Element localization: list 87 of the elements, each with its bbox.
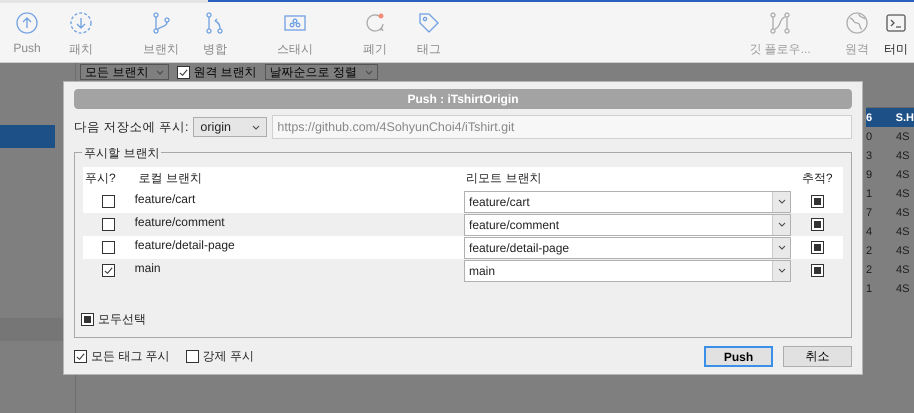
toolbar-button[interactable]: 패치 (54, 3, 108, 62)
commit-row[interactable]: 6 S.H (866, 108, 914, 127)
remote-dropdown[interactable]: origin (193, 117, 268, 137)
chevron-down-icon (778, 268, 786, 273)
commit-row[interactable]: 3 4S (866, 146, 914, 165)
commit-row[interactable]: 2 4S (866, 260, 914, 279)
table-cell: S.H (896, 112, 914, 124)
local-branch: main (134, 260, 162, 275)
commit-row[interactable]: 7 4S (866, 203, 914, 222)
toolbar-button[interactable]: 태그 (402, 3, 456, 62)
commit-row[interactable]: 1 4S (866, 184, 914, 203)
globe-icon (845, 11, 869, 35)
git-flow-icon (768, 11, 792, 35)
table-cell-text: 9 (866, 168, 874, 180)
checkbox-label: 원격 브랜치 (193, 65, 257, 79)
table-cell-text: 6 (866, 112, 874, 124)
local-branch: feature/cart (134, 191, 196, 206)
table-cell: 4S (896, 188, 910, 200)
chevron-down-icon (778, 222, 786, 227)
table-cell-text: 3 (866, 150, 874, 162)
remote-branch-dropdown[interactable]: main (464, 260, 792, 282)
table-cell-text: 1 (866, 188, 874, 200)
chevron-down-icon (252, 124, 260, 130)
table-cell-text: 1 (866, 282, 874, 294)
table-cell-text: 4 (866, 226, 874, 238)
toolbar-button[interactable]: 폐기 (348, 3, 402, 62)
chevron-down-icon (778, 199, 786, 204)
checkbox[interactable] (810, 218, 824, 231)
dialog-title: Push : iTshirtOrigin (74, 89, 852, 109)
commit-row[interactable]: 1 4S (866, 279, 914, 298)
table-cell: 4S (896, 168, 910, 180)
toolbar-button[interactable]: 스태시 (268, 3, 322, 62)
column-header: 푸시? (84, 170, 117, 187)
table-cell-text: 7 (866, 206, 874, 218)
local-branch: feature/detail-page (134, 237, 236, 252)
table-cell: 4S (896, 244, 910, 256)
table-cell-text: 2 (866, 244, 874, 256)
commit-row[interactable]: 2 4S (866, 241, 914, 260)
chevron-down-icon (778, 245, 786, 250)
checkbox[interactable] (102, 195, 116, 208)
url-field: https://github.com/4SohyunChoi4/iTshirt.git (272, 115, 852, 139)
sort-dropdown[interactable]: 날짜순으로 정렬 (264, 64, 378, 80)
column-header: 추적? (800, 170, 834, 187)
table-cell: 4S (896, 264, 910, 276)
checkbox-label: 모든 태그 푸시 (91, 348, 170, 365)
toolbar-button[interactable]: 병합 (188, 3, 242, 62)
checkbox[interactable] (81, 313, 94, 326)
chevron-down-icon (365, 70, 374, 74)
checkbox[interactable] (102, 241, 116, 254)
table-cell: 4S (896, 282, 910, 294)
checkbox[interactable] (186, 350, 199, 363)
checkbox-label: 모두선택 (98, 311, 146, 328)
commit-row[interactable]: 0 4S (866, 127, 914, 146)
branch-filter-dropdown[interactable]: 모든 브랜치 (80, 64, 170, 80)
table-cell: 4S (896, 150, 910, 162)
group-title: 푸시할 브랜치 (82, 145, 162, 162)
checkbox[interactable] (102, 218, 116, 231)
checkbox[interactable] (810, 195, 824, 208)
checkbox-label: 강제 푸시 (202, 348, 254, 365)
tag-icon (417, 11, 441, 35)
table-cell: 4S (896, 130, 910, 142)
checkbox[interactable] (177, 66, 190, 78)
table-cell: 4S (896, 226, 910, 238)
commit-row[interactable]: 4 4S (866, 222, 914, 241)
checkbox[interactable] (810, 264, 824, 277)
arrow-up-circle-icon (15, 11, 39, 35)
column-header: 리모트 브랜치 (465, 170, 542, 187)
dialog-button[interactable]: Push (704, 346, 773, 367)
field-label: 다음 저장소에 푸시: (74, 118, 188, 136)
toolbar-button[interactable]: 브랜치 (134, 3, 188, 62)
commit-row[interactable]: 9 4S (866, 165, 914, 184)
table-cell-text: 2 (866, 264, 874, 276)
checkbox[interactable] (102, 264, 116, 277)
remote-branch-dropdown[interactable]: feature/cart (464, 190, 792, 212)
toolbar-button[interactable]: Push (0, 3, 54, 62)
chevron-down-icon (156, 70, 164, 74)
table-cell: 4S (896, 206, 910, 218)
table-cell-text: 0 (866, 130, 874, 142)
remote-branch-dropdown[interactable]: feature/comment (464, 214, 792, 236)
checkbox[interactable] (74, 350, 87, 363)
checkbox[interactable] (810, 241, 824, 254)
arrow-down-circle-icon (69, 11, 93, 35)
remote-branch-dropdown[interactable]: feature/detail-page (464, 236, 792, 258)
dialog-button[interactable]: 취소 (783, 346, 852, 367)
local-branch: feature/comment (134, 214, 226, 229)
toolbar-button[interactable]: 터미 (884, 3, 914, 62)
column-header: 로컬 브랜치 (138, 170, 203, 187)
